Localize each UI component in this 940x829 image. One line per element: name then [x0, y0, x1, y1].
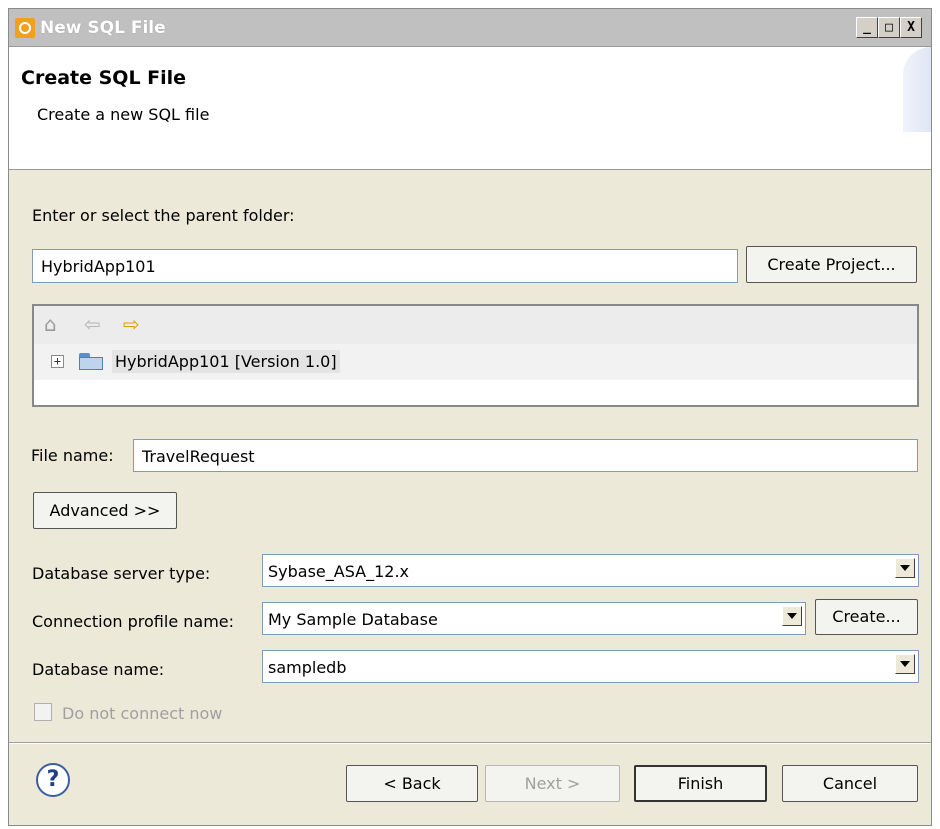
tree-item[interactable]: + HybridApp101 [Version 1.0]: [34, 344, 917, 380]
minimize-button[interactable]: _: [856, 17, 878, 38]
header-banner-graphic: [903, 47, 931, 132]
file-name-label: File name:: [31, 446, 114, 465]
advanced-button[interactable]: Advanced >>: [33, 492, 177, 529]
connection-profile-select[interactable]: My Sample Database: [262, 602, 806, 635]
app-icon: [15, 18, 35, 38]
tree-item-label: HybridApp101 [Version 1.0]: [112, 350, 340, 373]
next-button[interactable]: Next >: [485, 765, 620, 802]
database-name-value: sampledb: [268, 658, 347, 677]
chevron-down-icon[interactable]: [782, 606, 802, 626]
back-arrow-icon[interactable]: ⇦: [84, 313, 101, 335]
chevron-down-icon[interactable]: [895, 654, 915, 674]
create-project-button[interactable]: Create Project...: [746, 246, 917, 283]
parent-folder-input[interactable]: HybridApp101: [32, 249, 738, 283]
finish-button[interactable]: Finish: [634, 765, 767, 802]
db-server-type-value: Sybase_ASA_12.x: [268, 562, 410, 581]
window-title: New SQL File: [40, 18, 166, 38]
close-button[interactable]: X: [900, 17, 922, 38]
database-name-label: Database name:: [32, 660, 165, 679]
button-bar-separator: [9, 742, 931, 744]
chevron-down-icon[interactable]: [895, 558, 915, 578]
db-server-type-label: Database server type:: [32, 564, 211, 583]
help-icon[interactable]: ?: [36, 763, 70, 797]
file-name-input[interactable]: TravelRequest: [133, 439, 918, 472]
tree-toolbar: ⌂ ⇦ ⇨: [34, 306, 917, 344]
forward-arrow-icon[interactable]: ⇨: [123, 313, 140, 335]
home-icon[interactable]: ⌂: [44, 313, 57, 335]
database-name-select[interactable]: sampledb: [262, 650, 919, 683]
back-button[interactable]: < Back: [346, 765, 478, 802]
maximize-button[interactable]: □: [878, 17, 900, 38]
do-not-connect-checkbox[interactable]: [34, 703, 52, 721]
page-title: Create SQL File: [21, 67, 187, 89]
wizard-header: Create SQL File Create a new SQL file: [9, 47, 931, 170]
title-bar[interactable]: New SQL File _ □ X: [9, 9, 931, 47]
page-description: Create a new SQL file: [37, 105, 210, 124]
do-not-connect-label: Do not connect now: [62, 704, 223, 723]
cancel-button[interactable]: Cancel: [782, 765, 918, 802]
parent-folder-label: Enter or select the parent folder:: [32, 206, 295, 225]
open-folder-icon: [79, 353, 105, 371]
folder-tree[interactable]: ⌂ ⇦ ⇨ + HybridApp101 [Version 1.0]: [32, 304, 919, 407]
create-connection-button[interactable]: Create...: [815, 599, 918, 635]
expand-icon[interactable]: +: [51, 355, 64, 368]
connection-profile-label: Connection profile name:: [32, 612, 235, 631]
connection-profile-value: My Sample Database: [268, 610, 438, 629]
db-server-type-select[interactable]: Sybase_ASA_12.x: [262, 554, 919, 587]
new-sql-file-dialog: New SQL File _ □ X Create SQL File Creat…: [8, 8, 932, 826]
